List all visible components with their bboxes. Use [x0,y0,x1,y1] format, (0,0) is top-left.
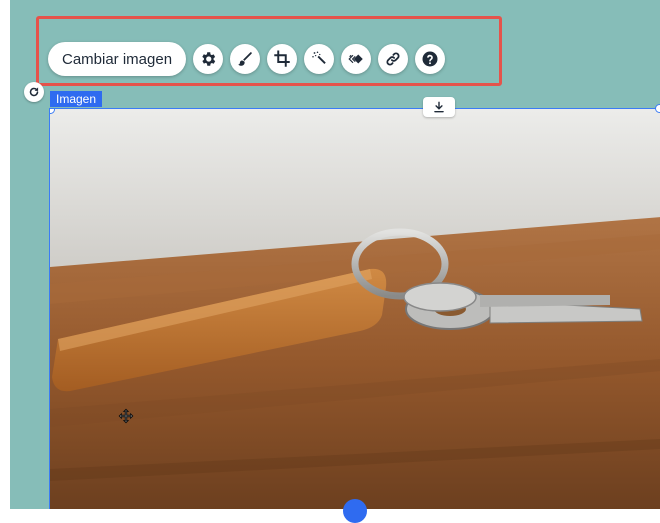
animation-icon [348,54,363,64]
crop-button[interactable] [267,44,298,74]
enhance-button[interactable] [304,44,335,74]
move-cursor-icon [118,408,134,424]
help-button[interactable] [415,44,446,74]
link-button[interactable] [378,44,409,74]
stretch-button[interactable] [423,97,455,117]
element-type-tag: Imagen [50,91,103,107]
selected-image[interactable] [49,108,660,509]
rotate-icon [29,87,39,97]
link-icon [386,52,400,66]
change-image-button[interactable]: Cambiar imagen [48,42,187,76]
animation-button[interactable] [341,44,372,74]
settings-icon [202,52,216,66]
settings-button[interactable] [193,44,224,74]
image-toolbar: Cambiar imagen [48,41,446,77]
download-icon [434,101,444,113]
brush-icon [238,52,252,66]
crop-icon [274,50,290,67]
filters-button[interactable] [230,44,261,74]
bottom-resize-handle[interactable] [343,499,367,523]
resize-handle-top-right[interactable] [655,104,660,113]
keys-photo [50,109,660,509]
left-panel-edge [0,0,10,509]
rotate-handle[interactable] [24,82,44,102]
magic-wand-icon [312,51,326,65]
help-icon [422,51,438,67]
